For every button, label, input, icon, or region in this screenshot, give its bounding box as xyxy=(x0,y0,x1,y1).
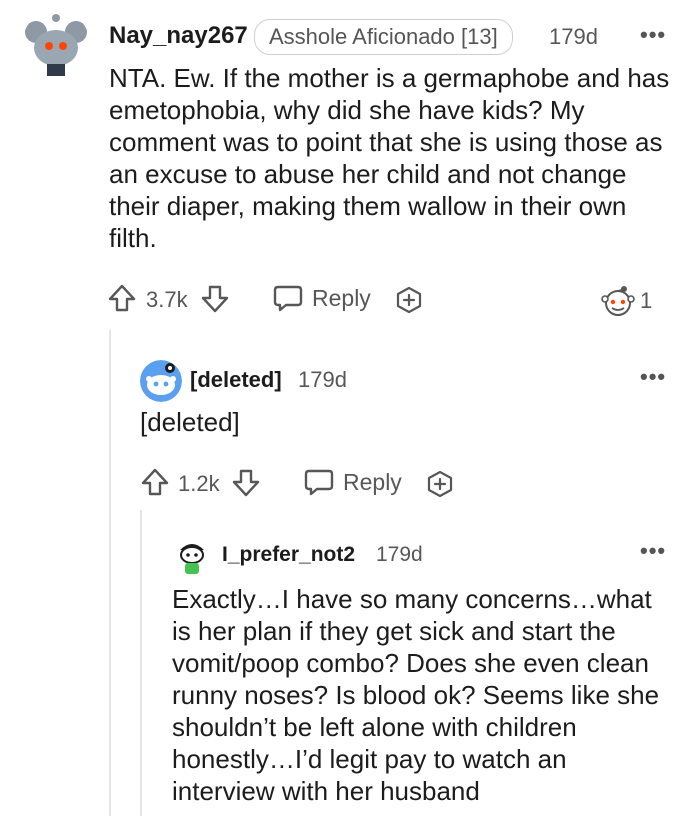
vote-count: 1.2k xyxy=(178,471,220,496)
reply-label: Reply xyxy=(343,468,402,495)
comment-username[interactable]: Nay_nay267 xyxy=(109,22,248,50)
snoo-koala-avatar-icon[interactable] xyxy=(22,10,90,78)
upvote-button[interactable] xyxy=(140,467,170,497)
thread-line-2[interactable] xyxy=(140,510,142,816)
more-options-icon[interactable]: ••• xyxy=(640,22,666,48)
downvote-icon xyxy=(232,469,260,497)
comment-body: Exactly…I have so many concerns…what is … xyxy=(172,584,660,806)
comment-bubble-icon xyxy=(304,469,334,496)
comment-username[interactable]: [deleted] xyxy=(190,367,282,393)
snoo-default-avatar-icon[interactable] xyxy=(140,360,182,402)
snoo-custom-avatar-icon[interactable] xyxy=(172,536,212,576)
upvote-icon xyxy=(141,468,169,496)
award-button[interactable] xyxy=(425,469,455,499)
comment-body: [deleted] xyxy=(140,407,240,437)
vote-count: 3.7k xyxy=(146,287,188,312)
reply-label: Reply xyxy=(312,284,371,311)
thread-line-1[interactable] xyxy=(109,330,111,816)
comment-bubble-icon xyxy=(273,285,303,312)
comment-body: NTA. Ew. If the mother is a germaphobe a… xyxy=(109,63,670,253)
awards-received[interactable]: 1 xyxy=(600,284,652,318)
award-plus-icon xyxy=(427,470,453,498)
comment-timestamp: 179d xyxy=(298,367,347,392)
reply-button[interactable]: Reply xyxy=(272,283,371,313)
award-button[interactable] xyxy=(394,285,424,315)
upvote-icon xyxy=(108,284,136,312)
snoo-award-icon xyxy=(601,286,635,316)
award-count: 1 xyxy=(640,288,653,313)
user-flair: Asshole Aficionado [13] xyxy=(254,19,513,55)
more-options-icon[interactable]: ••• xyxy=(640,538,666,564)
comment-timestamp: 179d xyxy=(376,543,423,566)
reply-button[interactable]: Reply xyxy=(303,467,402,497)
downvote-icon xyxy=(201,285,229,313)
comment-timestamp: 179d xyxy=(549,24,598,49)
comment-username[interactable]: I_prefer_not2 xyxy=(222,543,355,567)
downvote-button[interactable] xyxy=(200,284,230,314)
award-plus-icon xyxy=(396,286,422,314)
downvote-button[interactable] xyxy=(231,468,261,498)
more-options-icon[interactable]: ••• xyxy=(640,364,666,390)
upvote-button[interactable] xyxy=(107,283,137,313)
